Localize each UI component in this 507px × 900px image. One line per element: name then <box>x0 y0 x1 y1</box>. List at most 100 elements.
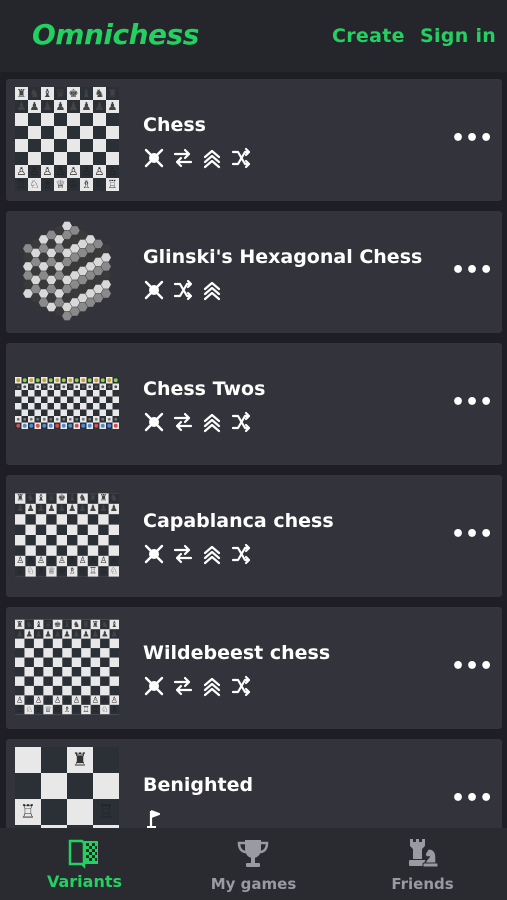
variant-tags <box>143 279 230 301</box>
svg-text:♜: ♜ <box>108 87 118 100</box>
svg-text:♖: ♖ <box>89 566 97 576</box>
svg-text:♝: ♝ <box>35 620 42 629</box>
variant-tags <box>143 147 259 169</box>
svg-text:♟: ♟ <box>89 504 97 514</box>
svg-text:♜: ♜ <box>92 620 99 629</box>
variant-list[interactable]: ♜ ♟ ♙ ♖ ♞ ♟ ♙ ♘ ♝ ♟ ♙ ♗ ♛ ♟ ♙ ♕ ♚ ♟ ♙ ♔ ♝ ♟ ♙ ♗ ♞ ♟ ♙ ♘ ♜ ♟ ♙ ♖ Chess •… <box>0 72 507 828</box>
svg-text:♘: ♘ <box>95 178 105 191</box>
shuffle-icon <box>231 543 251 565</box>
svg-text:♞: ♞ <box>110 494 118 504</box>
variant-title: Chess <box>143 114 206 136</box>
variant-card-benighted[interactable]: ♜ ♖ ♖ Benighted ••• <box>6 739 502 828</box>
more-options-icon[interactable]: ••• <box>451 523 493 547</box>
svg-text:♙: ♙ <box>82 165 92 178</box>
svg-text:♙: ♙ <box>95 165 105 178</box>
svg-text:♙: ♙ <box>101 696 108 705</box>
svg-text:♜: ♜ <box>17 87 27 100</box>
svg-text:♝: ♝ <box>82 87 92 100</box>
variant-card-capablanca[interactable]: ♜ ♟ ♙ ♖ ♞ ♟ ♙ ♘ ♝ ♟ ♙ ♗ ♛ ♟ ♙ ♕ ♚ ♟ ♙ ♔ ♝ ♟ ♙ ♗ ♞ ♟ ♙ ♘ ♜ ♟ ♙ ♖ ♜ ♟ ♙ ♖ ♞ ♟ ♙ ♘… <box>6 475 502 597</box>
svg-text:♟: ♟ <box>16 629 23 638</box>
svg-text:♜: ♜ <box>16 620 23 629</box>
swap-icon <box>173 544 193 564</box>
svg-text:♙: ♙ <box>68 556 76 566</box>
board-thumbnail: ♜♟♙♖♞♟♙♘♝♟♙♗♛♟♙♕♚♟♙♔♝♟♙♗♞♟♙♘♜♟♙♖♜♟♙♖♞♟♙♘ <box>15 493 119 577</box>
svg-text:♘: ♘ <box>30 178 40 191</box>
svg-text:♙: ♙ <box>99 556 107 566</box>
create-link[interactable]: Create <box>332 25 405 47</box>
more-options-icon[interactable]: ••• <box>451 655 493 679</box>
svg-text:♗: ♗ <box>37 566 45 576</box>
svg-text:♗: ♗ <box>111 705 118 714</box>
svg-text:♟: ♟ <box>99 504 107 514</box>
variant-title: Chess Twos <box>143 378 266 400</box>
variant-tags <box>143 807 172 828</box>
svg-text:♙: ♙ <box>108 165 118 178</box>
svg-text:♟: ♟ <box>63 629 70 638</box>
svg-text:♙: ♙ <box>16 556 24 566</box>
app-logo[interactable]: Omnichess <box>32 18 199 51</box>
promotion-icon <box>203 677 221 697</box>
svg-text:♕: ♕ <box>56 178 66 191</box>
svg-text:♜: ♜ <box>82 620 89 629</box>
promotion-icon <box>203 281 221 301</box>
svg-text:♟: ♟ <box>108 100 118 113</box>
tab-friends[interactable]: Friends <box>338 828 507 900</box>
svg-text:♙: ♙ <box>92 696 99 705</box>
svg-text:♟: ♟ <box>54 629 61 638</box>
svg-text:♜: ♜ <box>99 494 107 504</box>
svg-text:♝: ♝ <box>63 620 70 629</box>
svg-text:♟: ♟ <box>82 100 92 113</box>
tab-variants[interactable]: Variants <box>0 828 169 900</box>
bottom-tab-bar: Variants My games Friends <box>0 828 507 900</box>
svg-text:♙: ♙ <box>17 165 27 178</box>
more-options-icon[interactable]: ••• <box>451 259 493 283</box>
svg-text:♙: ♙ <box>44 696 51 705</box>
svg-text:♙: ♙ <box>82 696 89 705</box>
svg-text:♟: ♟ <box>16 504 24 514</box>
tab-my-games[interactable]: My games <box>169 828 338 900</box>
app-header: Omnichess Create Sign in <box>0 0 507 72</box>
svg-text:♝: ♝ <box>37 494 45 504</box>
variant-card-glinski-hexagonal[interactable]: Glinski's Hexagonal Chess ••• <box>6 211 502 333</box>
variant-card-wildebeest[interactable]: ♜ ♟ ♙ ♖ ♞ ♟ ♙ ♘ ♝ ♟ ♙ ♗ ♛ ♟ ♙ ♕ ♚ ♟ ♙ ♔ ♝ ♟ ♙ ♗ ♞ ♟ ♙ ♘ ♜ ♟ ♙ ♖ ♜ ♟ ♙ ♖ ♞ ♟ ♙ ♘… <box>6 607 502 729</box>
svg-text:♟: ♟ <box>73 629 80 638</box>
crossed-swords-icon <box>144 148 164 168</box>
svg-text:♙: ♙ <box>69 165 79 178</box>
svg-text:♙: ♙ <box>30 165 40 178</box>
sign-in-link[interactable]: Sign in <box>420 25 496 47</box>
variant-card-chess[interactable]: ♜ ♟ ♙ ♖ ♞ ♟ ♙ ♘ ♝ ♟ ♙ ♗ ♛ ♟ ♙ ♕ ♚ ♟ ♙ ♔ ♝ ♟ ♙ ♗ ♞ ♟ ♙ ♘ ♜ ♟ ♙ ♖ Chess •… <box>6 79 502 201</box>
variant-tags <box>143 543 259 565</box>
svg-text:♜: ♜ <box>16 494 24 504</box>
svg-text:♕: ♕ <box>47 566 55 576</box>
svg-text:♗: ♗ <box>82 178 92 191</box>
more-options-icon[interactable]: ••• <box>451 127 493 151</box>
tab-label: Friends <box>391 875 454 893</box>
promotion-icon <box>203 545 221 565</box>
svg-text:♙: ♙ <box>26 696 33 705</box>
svg-text:♚: ♚ <box>69 87 79 100</box>
board-thumbnail <box>15 377 119 429</box>
svg-text:♘: ♘ <box>73 705 80 714</box>
more-options-icon[interactable]: ••• <box>451 787 493 811</box>
svg-text:♟: ♟ <box>35 629 42 638</box>
more-options-icon[interactable]: ••• <box>451 391 493 415</box>
svg-text:♙: ♙ <box>27 556 35 566</box>
promotion-icon <box>203 149 221 169</box>
variant-title: Glinski's Hexagonal Chess <box>143 246 423 268</box>
svg-text:♙: ♙ <box>37 556 45 566</box>
crossed-swords-icon <box>144 412 164 432</box>
svg-text:♗: ♗ <box>68 566 76 576</box>
svg-text:♖: ♖ <box>20 802 36 823</box>
svg-text:♟: ♟ <box>27 504 35 514</box>
svg-text:♟: ♟ <box>111 629 118 638</box>
svg-text:♖: ♖ <box>16 566 24 576</box>
variant-card-chess-twos[interactable]: Chess Twos ••• <box>6 343 502 465</box>
svg-text:♚: ♚ <box>54 620 61 629</box>
svg-text:♟: ♟ <box>26 629 33 638</box>
svg-text:♕: ♕ <box>44 705 51 714</box>
svg-text:♞: ♞ <box>79 494 87 504</box>
svg-text:♙: ♙ <box>56 165 66 178</box>
svg-text:♟: ♟ <box>92 629 99 638</box>
crossed-swords-icon <box>144 676 164 696</box>
svg-text:♝: ♝ <box>111 620 118 629</box>
